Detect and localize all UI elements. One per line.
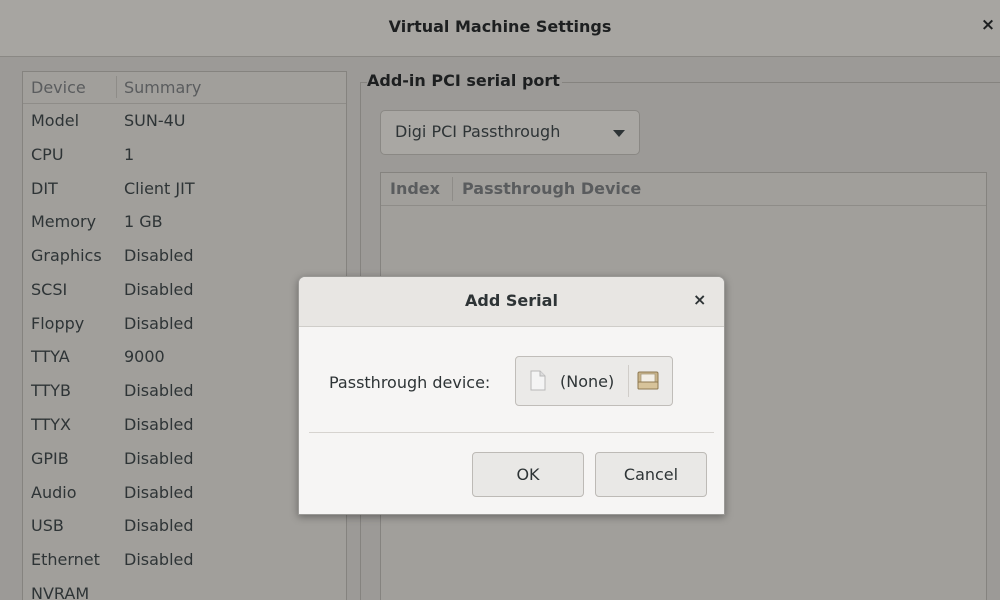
device-summary: Disabled — [124, 246, 194, 265]
column-header-summary[interactable]: Summary — [124, 78, 201, 97]
window-close-button[interactable]: × — [980, 15, 996, 37]
window-titlebar: Virtual Machine Settings × — [0, 0, 1000, 57]
column-header-index[interactable]: Index — [390, 179, 440, 198]
device-name: Memory — [31, 212, 97, 231]
device-summary: Disabled — [124, 550, 194, 569]
cancel-button[interactable]: Cancel — [595, 452, 707, 497]
device-summary: Disabled — [124, 314, 194, 333]
device-summary: Disabled — [124, 280, 194, 299]
device-row-graphics[interactable]: Graphics Disabled — [23, 239, 346, 273]
dialog-close-button[interactable]: × — [693, 290, 706, 309]
file-chooser-value: (None) — [560, 372, 615, 391]
device-summary: Client JIT — [124, 179, 195, 198]
dialog-divider — [309, 432, 714, 433]
device-row-ethernet[interactable]: Ethernet Disabled — [23, 543, 346, 577]
device-summary: Disabled — [124, 381, 194, 400]
device-name: NVRAM — [31, 584, 90, 600]
device-summary: SUN-4U — [124, 111, 186, 130]
device-summary: Disabled — [124, 449, 194, 468]
device-summary: 1 GB — [124, 212, 163, 231]
device-name: DIT — [31, 179, 58, 198]
device-row-dit[interactable]: DIT Client JIT — [23, 172, 346, 206]
dropdown-value: Digi PCI Passthrough — [395, 122, 561, 141]
device-row-model[interactable]: Model SUN-4U — [23, 104, 346, 138]
device-name: Floppy — [31, 314, 85, 333]
column-separator — [116, 76, 117, 98]
folder-icon[interactable] — [637, 369, 659, 391]
device-name: Model — [31, 111, 80, 130]
device-summary: 9000 — [124, 347, 165, 366]
passthrough-table-header: Index Passthrough Device — [381, 173, 986, 206]
file-chooser-separator — [628, 365, 629, 397]
device-name: TTYX — [31, 415, 71, 434]
device-summary: 1 — [124, 145, 135, 164]
ok-button[interactable]: OK — [472, 452, 584, 497]
passthrough-device-label: Passthrough device: — [329, 373, 491, 392]
device-summary: Disabled — [124, 483, 194, 502]
device-name: Audio — [31, 483, 77, 502]
document-icon — [530, 370, 546, 391]
device-name: TTYB — [31, 381, 72, 400]
passthrough-file-chooser[interactable]: (None) — [515, 356, 673, 406]
add-serial-dialog: Add Serial × Passthrough device: (None) … — [298, 276, 725, 515]
device-row-cpu[interactable]: CPU 1 — [23, 138, 346, 172]
chevron-down-icon — [613, 130, 625, 137]
device-name: TTYA — [31, 347, 70, 366]
device-list-header: Device Summary — [23, 72, 346, 104]
device-name: SCSI — [31, 280, 68, 299]
device-row-nvram[interactable]: NVRAM — [23, 577, 346, 600]
device-name: USB — [31, 516, 64, 535]
device-name: GPIB — [31, 449, 69, 468]
device-name: CPU — [31, 145, 64, 164]
device-summary: Disabled — [124, 516, 194, 535]
device-name: Graphics — [31, 246, 102, 265]
column-header-device[interactable]: Device — [31, 78, 86, 97]
column-header-passthrough-device[interactable]: Passthrough Device — [462, 179, 641, 198]
serial-type-dropdown[interactable]: Digi PCI Passthrough — [380, 110, 640, 155]
dialog-titlebar: Add Serial × — [299, 277, 724, 327]
window-title: Virtual Machine Settings — [388, 17, 612, 36]
frame-label: Add-in PCI serial port — [367, 71, 562, 90]
dialog-title: Add Serial — [465, 291, 558, 310]
device-row-memory[interactable]: Memory 1 GB — [23, 205, 346, 239]
device-summary: Disabled — [124, 415, 194, 434]
device-name: Ethernet — [31, 550, 100, 569]
column-separator — [452, 177, 453, 201]
